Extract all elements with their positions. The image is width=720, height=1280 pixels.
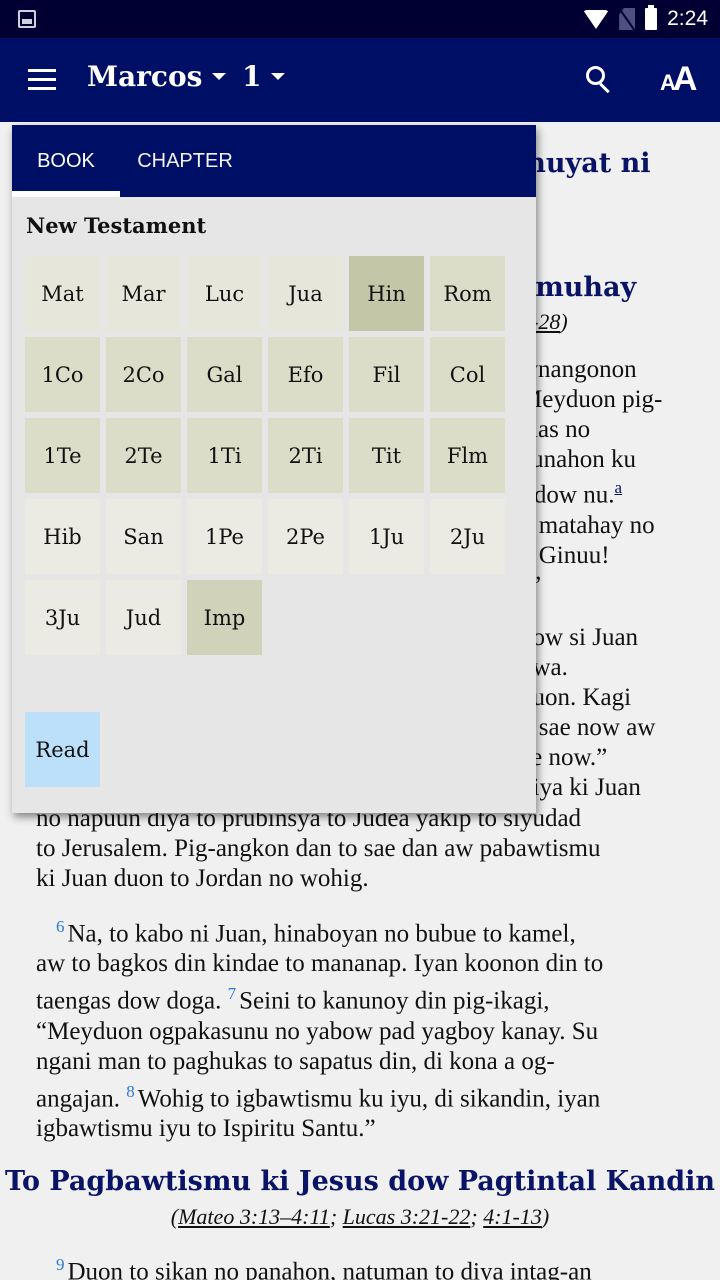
reference-paren: ) [541,1204,550,1229]
reference-separator: ; [470,1204,484,1229]
book-button-efo[interactable]: Efo [268,337,343,412]
text-line: o sae now aw [520,714,656,741]
chapter-selector[interactable]: 1 [242,60,286,93]
tab-chapter[interactable]: CHAPTER [120,125,250,197]
text-line: 9 Duon to sikan no panahon, natuman to di… [56,1250,706,1280]
text-line: duon. Kagi [520,684,632,711]
text-line: taengas dow doga. 7 Seini to kanunoy din … [36,979,686,1016]
text-fragment: Wohig to igbawtismu ku iyu, di sikandin,… [137,1084,601,1112]
book-button-2te[interactable]: 2Te [106,418,181,493]
text-line: diya ki Juan [520,774,641,801]
reference-link[interactable]: 4:1-13 [483,1204,542,1229]
text-line: angajan. 8 Wohig to igbawtismu ku iyu, di… [36,1077,686,1114]
text-fragment: angajan. [36,1084,127,1112]
text-line: ki Juan duon to Jordan no wohig. [36,865,369,892]
text-line: aw to bagkos din kindae to mananap. Iyan… [36,950,604,978]
book-button-hin[interactable]: Hin [349,256,424,331]
reference-separator: ; [329,1204,343,1229]
book-button-2ti[interactable]: 2Ti [268,418,343,493]
text-line: 6 Na, to kabo ni Juan, hinaboyan no bubue… [36,912,686,949]
chevron-down-icon [212,73,227,80]
book-button-san[interactable]: San [106,499,181,574]
text-line: Meyduon pig- [520,386,663,413]
verse-9: 9 Duon to sikan no panahon, natuman to di… [56,1250,706,1280]
testament-label: New Testament [26,213,207,238]
parallel-references: (Mateo 3:13–4:11; Lucas 3:21-22; 4:1-13) [0,1204,720,1230]
book-button-rom[interactable]: Rom [430,256,505,331]
battery-icon [645,5,658,30]
book-button-jua[interactable]: Jua [268,256,343,331]
book-button-mar[interactable]: Mar [106,256,181,331]
chapter-number: 1 [242,60,262,93]
book-button-1ti[interactable]: 1Ti [187,418,262,493]
text-line: ngani man to paghukas to sapatus din, di… [36,1047,555,1075]
book-name: Marcos [87,60,203,93]
clock: 2:24 [667,7,708,30]
partial-heading: inuyat ni [516,148,651,179]
section-heading: To Pagbawtismu ki Jesus dow Pagtintal Ka… [4,1166,716,1197]
text-fragment: Na, to kabo ni Juan, hinaboyan no bubue … [67,920,576,948]
book-button-col[interactable]: Col [430,337,505,412]
book-button-jud[interactable]: Jud [106,580,181,655]
tab-book[interactable]: BOOK [12,125,120,197]
picker-tabs: BOOK CHAPTER [12,125,536,197]
no-sim-icon [619,8,636,30]
active-tab-indicator [12,191,120,197]
book-picker-popup: BOOK CHAPTER New Testament Mat Mar Luc Jua H… [12,125,536,813]
menu-icon[interactable] [28,69,56,91]
reference-paren: ) [560,309,568,334]
status-bar: 2:24 [0,0,720,38]
book-button-imp[interactable]: Imp [187,580,262,655]
book-button-tit[interactable]: Tit [349,418,424,493]
book-button-1pe[interactable]: 1Pe [187,499,262,574]
text-line: wnangonon [520,356,637,383]
reference-link[interactable]: Lucas 3:21-22 [343,1204,471,1229]
book-button-hib[interactable]: Hib [25,499,100,574]
book-button-gal[interactable]: Gal [187,337,262,412]
gallery-notification-icon [18,10,36,28]
text-line: aunahon ku [520,446,636,473]
book-selector[interactable]: Marcos [87,60,227,93]
book-button-fil[interactable]: Fil [349,337,424,412]
book-button-1ju[interactable]: 1Ju [349,499,424,574]
book-button-3ju[interactable]: 3Ju [25,580,100,655]
footnote-link[interactable]: a [614,478,622,497]
verses-6-8: 6 Na, to kabo ni Juan, hinaboyan no bubue… [36,912,686,1144]
reference-link[interactable]: Mateo 3:13–4:11 [178,1204,330,1229]
verse-number: 6 [56,917,65,936]
text-line: igbawtismu iyu to Ispiritu Santu.” [36,1114,376,1142]
text-fragment: Seini to kanunoy din pig-ikagi, [239,987,550,1015]
book-button-luc[interactable]: Luc [187,256,262,331]
book-button-flm[interactable]: Flm [430,418,505,493]
text-line: “Meyduon ogpakasunu no yabow pad yagboy … [36,1017,599,1045]
verse-number: 9 [56,1255,65,1274]
text-line: dow si Juan [520,624,639,651]
book-button-mat[interactable]: Mat [25,256,100,331]
verse-5-continuation: no napuun diya to prubinsya to Judea yak… [36,804,686,894]
book-button-1co[interactable]: 1Co [25,337,100,412]
book-button-2pe[interactable]: 2Pe [268,499,343,574]
chevron-down-icon [271,73,286,80]
verse-number: 8 [126,1081,135,1101]
partial-heading: smuhay [520,272,637,303]
status-icons: 2:24 [583,0,708,38]
verse-number: 7 [227,984,237,1004]
book-button-2ju[interactable]: 2Ju [430,499,505,574]
app-bar: Marcos 1 AA [0,38,720,122]
search-icon[interactable] [586,66,614,94]
read-button[interactable]: Read [25,712,100,787]
book-grid: Mat Mar Luc Jua Hin Rom 1Co 2Co Gal Efo Fil Col 1Te 2… [25,256,511,655]
font-size-icon[interactable]: AA [660,60,697,99]
wifi-icon [583,9,610,29]
book-button-1te[interactable]: 1Te [25,418,100,493]
text-fragment: taengas dow doga. [36,987,228,1015]
text-line: o matahay no [520,512,655,539]
text-line: to Jerusalem. Pig-angkon dan to sae dan … [36,835,601,862]
text-fragment: Duon to sikan no panahon, natuman to diy… [67,1258,592,1280]
reference-paren: ( [170,1204,179,1229]
book-button-2co[interactable]: 2Co [106,337,181,412]
